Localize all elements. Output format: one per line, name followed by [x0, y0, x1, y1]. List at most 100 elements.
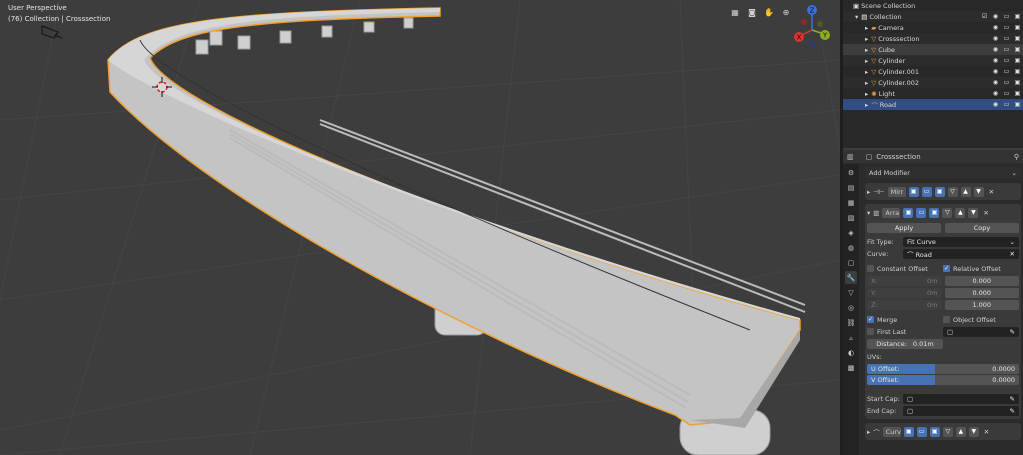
expand-arrow-icon[interactable]: ▸	[865, 35, 868, 43]
move-down-icon[interactable]: ▼	[968, 426, 979, 437]
outliner-item[interactable]: ▸ ▽ Cylinder ◉ ▭ ▣	[843, 55, 1023, 66]
monitor-icon[interactable]: ▭	[1003, 35, 1010, 42]
camera-icon[interactable]: ▣	[1014, 35, 1021, 42]
3d-cursor-icon[interactable]	[152, 77, 172, 97]
monitor-icon[interactable]: ▭	[1003, 57, 1010, 64]
realtime-icon[interactable]: ▭	[921, 186, 932, 197]
3d-viewport[interactable]: User Perspective (76) Collection | Cross…	[0, 0, 840, 455]
mirror-modifier-name[interactable]: Mirr	[887, 186, 906, 197]
modifier-tab-icon[interactable]: 🔧	[845, 271, 857, 284]
expand-arrow-icon[interactable]: ▸	[865, 101, 868, 109]
v-offset-field[interactable]: V Offset: 0.0000	[867, 374, 1019, 385]
curve-modifier-name[interactable]: Curv	[882, 426, 901, 437]
editor-type-icon[interactable]: ▥	[847, 153, 854, 161]
on-cage-icon[interactable]: ▽	[942, 426, 953, 437]
outliner-item[interactable]: ▸ ▽ Cylinder.001 ◉ ▭ ▣	[843, 66, 1023, 77]
physics-tab-icon[interactable]: ◎	[845, 301, 857, 314]
render-toggle-icon[interactable]: ▣	[929, 207, 940, 218]
eye-icon[interactable]: ◉	[992, 68, 999, 75]
material-tab-icon[interactable]: ◐	[845, 346, 857, 359]
monitor-icon[interactable]: ▭	[1003, 79, 1010, 86]
relative-offset-z-field[interactable]: 1.000	[944, 299, 1019, 310]
camera-icon[interactable]: ▣	[1014, 68, 1021, 75]
outliner-item[interactable]: ▸ ✺ Light ◉ ▭ ▣	[843, 88, 1023, 99]
texture-tab-icon[interactable]: ▩	[845, 361, 857, 374]
eyedropper-icon[interactable]: ✎	[1010, 407, 1015, 415]
object-offset-checkbox[interactable]: Object Offset	[943, 316, 1019, 324]
expand-arrow-icon[interactable]: ▸	[865, 90, 868, 98]
output-tab-icon[interactable]: ▦	[845, 196, 857, 209]
constraints-tab-icon[interactable]: ⛓	[845, 316, 857, 329]
camera-icon[interactable]: ▣	[1014, 13, 1021, 20]
pin-icon[interactable]: ⚲	[1014, 153, 1019, 161]
eyedropper-icon[interactable]: ✎	[1010, 328, 1015, 336]
eye-icon[interactable]: ◉	[992, 79, 999, 86]
outliner-scene-collection[interactable]: ▣ Scene Collection	[843, 0, 1023, 11]
eye-icon[interactable]: ◉	[992, 90, 999, 97]
camera-icon[interactable]: ▣	[1014, 24, 1021, 31]
outliner-item[interactable]: ▸ ▰ Camera ◉ ▭ ▣	[843, 22, 1023, 33]
expand-arrow-icon[interactable]: ▾	[855, 13, 858, 21]
move-down-icon[interactable]: ▼	[973, 186, 984, 197]
on-cage-icon[interactable]: ▽	[942, 207, 953, 218]
hand-icon[interactable]: ✋	[762, 5, 776, 19]
close-icon[interactable]: ✕	[984, 428, 989, 436]
tool-tab-icon[interactable]: ⚙	[845, 166, 857, 179]
outliner-item[interactable]: ▸ ▽ Cylinder.002 ◉ ▭ ▣	[843, 77, 1023, 88]
monitor-icon[interactable]: ▭	[1003, 101, 1010, 108]
distance-field[interactable]: Distance: 0.01m	[867, 338, 943, 349]
monitor-icon[interactable]: ▭	[1003, 24, 1010, 31]
relative-offset-y-field[interactable]: 0.000	[944, 287, 1019, 298]
checkbox-icon[interactable]: ☑	[981, 13, 988, 20]
scene-tab-icon[interactable]: ◈	[845, 226, 857, 239]
eye-icon[interactable]: ◉	[992, 57, 999, 64]
move-up-icon[interactable]: ▲	[955, 426, 966, 437]
eye-icon[interactable]: ◉	[992, 13, 999, 20]
camera-icon[interactable]: ▣	[1014, 46, 1021, 53]
move-up-icon[interactable]: ▲	[960, 186, 971, 197]
edit-cage-icon[interactable]: ▣	[903, 426, 914, 437]
data-tab-icon[interactable]: ▵	[845, 331, 857, 344]
edit-cage-icon[interactable]: ▣	[903, 207, 914, 218]
render-toggle-icon[interactable]: ▣	[929, 426, 940, 437]
outliner-panel[interactable]: ▣ Scene Collection ▾ ▤ Collection ☑ ◉ ▭ …	[843, 0, 1023, 148]
properties-panel[interactable]: ▥ ▢ Crosssection ⚲ ⚙ ▤ ▦ ▧ ◈ ◍ ▢ 🔧 ▽ ◎ ⛓…	[843, 150, 1023, 455]
edit-cage-icon[interactable]: ▣	[908, 186, 919, 197]
eyedropper-icon[interactable]: ✎	[1010, 395, 1015, 403]
move-up-icon[interactable]: ▲	[955, 207, 966, 218]
apply-button[interactable]: Apply	[867, 222, 941, 233]
expand-arrow-icon[interactable]: ▸	[865, 46, 868, 54]
expand-arrow-icon[interactable]: ▸	[865, 68, 868, 76]
eye-icon[interactable]: ◉	[992, 24, 999, 31]
u-offset-field[interactable]: U Offset: 0.0000	[867, 363, 1019, 374]
on-cage-icon[interactable]: ▽	[947, 186, 958, 197]
monitor-icon[interactable]: ▭	[1003, 13, 1010, 20]
expand-arrow-icon[interactable]: ▸	[865, 24, 868, 32]
camera-icon[interactable]: ▣	[1014, 101, 1021, 108]
constant-offset-checkbox[interactable]: Constant Offset	[867, 265, 943, 273]
camera-icon[interactable]: ▣	[1014, 79, 1021, 86]
merge-checkbox[interactable]: ✓ Merge	[867, 316, 943, 324]
eye-icon[interactable]: ◉	[992, 35, 999, 42]
expand-arrow-icon[interactable]: ▸	[865, 57, 868, 65]
outliner-item[interactable]: ▸ ▽ Crosssection ◉ ▭ ▣	[843, 33, 1023, 44]
render-toggle-icon[interactable]: ▣	[934, 186, 945, 197]
eye-icon[interactable]: ◉	[992, 101, 999, 108]
expand-arrow-icon[interactable]: ▾	[867, 209, 870, 217]
relative-offset-checkbox[interactable]: ✓ Relative Offset	[943, 265, 1019, 273]
fit-type-select[interactable]: Fit Curve ⌄	[903, 236, 1019, 247]
close-icon[interactable]: ✕	[983, 209, 988, 217]
monitor-icon[interactable]: ▭	[1003, 46, 1010, 53]
view-layer-tab-icon[interactable]: ▧	[845, 211, 857, 224]
relative-offset-x-field[interactable]: 0.000	[944, 275, 1019, 286]
outliner-item[interactable]: ▸ ▽ Cube ◉ ▭ ▣	[843, 44, 1023, 55]
render-tab-icon[interactable]: ▤	[845, 181, 857, 194]
start-cap-field[interactable]: ▢ ✎	[903, 393, 1019, 404]
object-tab-icon[interactable]: ▢	[845, 256, 857, 269]
offset-object-field[interactable]: ▢ ✎	[943, 326, 1019, 337]
end-cap-field[interactable]: ▢ ✎	[903, 405, 1019, 416]
eye-icon[interactable]: ◉	[992, 46, 999, 53]
camera-icon[interactable]: ▣	[1014, 57, 1021, 64]
monitor-icon[interactable]: ▭	[1003, 68, 1010, 75]
expand-arrow-icon[interactable]: ▸	[865, 79, 868, 87]
